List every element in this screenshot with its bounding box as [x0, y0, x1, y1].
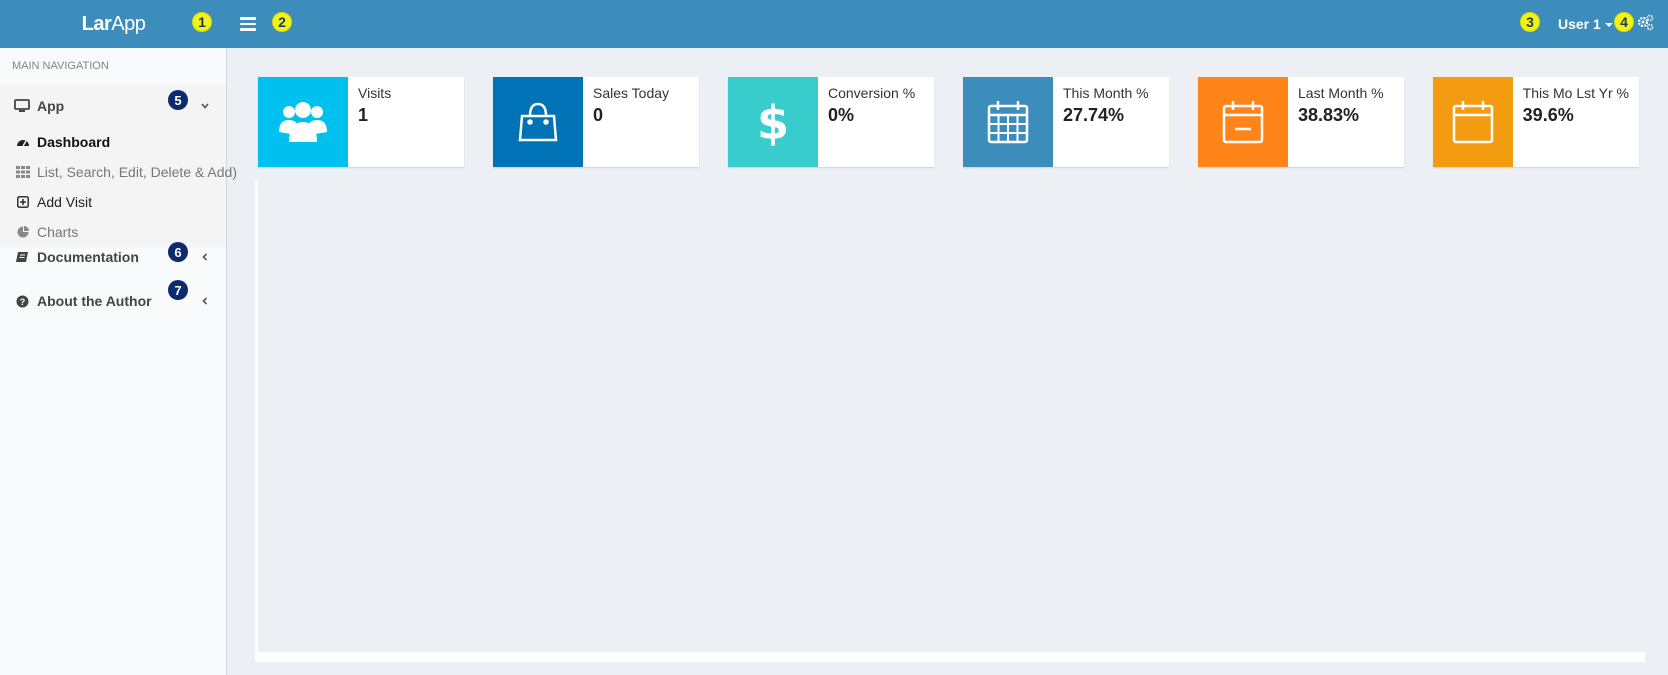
- info-box-content: Sales Today 0: [583, 77, 679, 167]
- info-box-this-month-last-year: This Mo Lst Yr % 39.6%: [1433, 77, 1639, 167]
- info-box-value: 0: [593, 105, 604, 125]
- chevron-left-icon: [200, 249, 210, 265]
- users-icon: [258, 77, 348, 167]
- annotation-badge-4: 4: [1614, 12, 1634, 32]
- sidebar-item-app[interactable]: App: [0, 85, 226, 127]
- svg-text:?: ?: [19, 297, 25, 307]
- annotation-badge-2: 2: [272, 12, 292, 32]
- sidebar-item-about-author[interactable]: ? About the Author: [0, 280, 226, 322]
- plus-square-icon: [16, 195, 30, 209]
- shopping-bag-icon: [493, 77, 583, 167]
- app-submenu: Dashboard List, Search, Edit, Delete & A…: [0, 127, 237, 247]
- submenu-item-list[interactable]: List, Search, Edit, Delete & Add): [0, 157, 237, 187]
- logo-bold-text: Lar: [81, 12, 112, 35]
- sidebar-item-documentation[interactable]: Documentation: [0, 236, 226, 278]
- sidebar-toggle-button[interactable]: [240, 14, 256, 34]
- info-box-value: 1: [358, 105, 369, 125]
- caret-down-icon: [1604, 23, 1613, 27]
- content-panel: [255, 180, 1645, 662]
- info-box-value: 39.6%: [1522, 105, 1574, 125]
- calendar-minus-icon: [1198, 77, 1288, 167]
- logo-thin-text: App: [111, 12, 146, 35]
- submenu-item-label: List, Search, Edit, Delete & Add): [37, 164, 237, 180]
- info-box-sales-today: Sales Today 0: [493, 77, 699, 167]
- info-box-label: Visits: [358, 85, 392, 101]
- sidebar-item-label: App: [37, 98, 65, 114]
- info-box-value: 0%: [828, 105, 855, 125]
- submenu-item-dashboard[interactable]: Dashboard: [0, 127, 226, 157]
- calendar-icon: [963, 77, 1053, 167]
- info-box-visits: Visits 1: [258, 77, 464, 167]
- submenu-item-add-visit[interactable]: Add Visit: [0, 187, 226, 217]
- menu-bar-icon: [240, 28, 256, 31]
- question-circle-icon: ?: [14, 293, 30, 309]
- chevron-left-icon: [200, 293, 210, 309]
- info-box-value: 27.74%: [1063, 105, 1125, 125]
- monitor-icon: [14, 98, 30, 114]
- info-box-label: Sales Today: [593, 85, 670, 101]
- submenu-item-label: Dashboard: [37, 134, 111, 150]
- dollar-icon: $: [728, 77, 818, 167]
- annotation-badge-7: 7: [168, 280, 188, 300]
- info-box-content: Last Month % 38.83%: [1288, 77, 1394, 167]
- svg-text:$: $: [757, 97, 789, 147]
- annotation-badge-3: 3: [1520, 12, 1540, 32]
- dashboard-icon: [16, 135, 30, 149]
- annotation-badge-5: 5: [168, 90, 188, 110]
- submenu-item-label: Add Visit: [37, 194, 92, 210]
- calendar-blank-icon: [1433, 77, 1513, 167]
- top-navbar: Lar App 1 2 3 User 1 4: [0, 0, 1668, 48]
- book-icon: [14, 249, 30, 265]
- info-box-this-month: This Month % 27.74%: [963, 77, 1169, 167]
- info-box-content: Visits 1: [348, 77, 401, 167]
- info-box-label: This Month %: [1063, 85, 1149, 101]
- sidebar: MAIN NAVIGATION App 5 Dashboard List, Se…: [0, 48, 237, 675]
- info-box-last-month: Last Month % 38.83%: [1198, 77, 1404, 167]
- gears-icon[interactable]: [1636, 14, 1654, 32]
- user-name: User 1: [1558, 16, 1601, 32]
- annotation-badge-6: 6: [168, 242, 188, 262]
- info-box-conversion: $ Conversion % 0%: [728, 77, 934, 167]
- grid-icon: [16, 165, 30, 179]
- info-box-content: This Month % 27.74%: [1053, 77, 1159, 167]
- menu-bar-icon: [240, 17, 256, 20]
- info-box-label: This Mo Lst Yr %: [1522, 85, 1629, 101]
- user-menu-dropdown[interactable]: User 1: [1558, 14, 1613, 34]
- info-box-label: Conversion %: [828, 85, 916, 101]
- chevron-down-icon: [200, 98, 210, 114]
- info-box-value: 38.83%: [1298, 105, 1360, 125]
- annotation-badge-1: 1: [192, 12, 212, 32]
- info-box-content: Conversion % 0%: [818, 77, 925, 167]
- menu-bar-icon: [240, 22, 256, 26]
- sidebar-item-label: About the Author: [37, 293, 152, 309]
- info-box-label: Last Month %: [1298, 85, 1384, 101]
- nav-header: MAIN NAVIGATION: [12, 60, 109, 72]
- sidebar-item-label: Documentation: [37, 249, 139, 265]
- info-box-content: This Mo Lst Yr % 39.6%: [1513, 77, 1639, 167]
